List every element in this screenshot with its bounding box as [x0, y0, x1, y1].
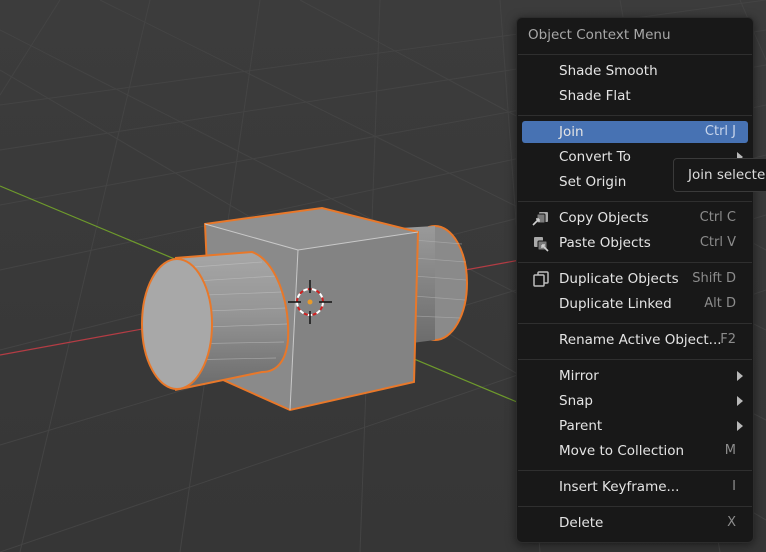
menu-separator [518, 323, 752, 324]
menu-item-shade-smooth[interactable]: Shade Smooth [522, 60, 748, 82]
menu-title: Object Context Menu [528, 27, 671, 43]
menu-item-label: Convert To [559, 149, 631, 165]
menu-item-shortcut: Ctrl C [699, 210, 736, 225]
menu-item-parent[interactable]: Parent [522, 415, 748, 437]
menu-item-shortcut: Alt D [704, 296, 736, 311]
menu-item-snap[interactable]: Snap [522, 390, 748, 412]
menu-item-label: Shade Smooth [559, 63, 658, 79]
menu-item-copy-objects[interactable]: Copy Objects Ctrl C [522, 207, 748, 229]
join-tooltip: Join selected [673, 158, 766, 192]
menu-item-duplicate-objects[interactable]: Duplicate Objects Shift D [522, 268, 748, 290]
menu-item-label: Shade Flat [559, 88, 631, 104]
menu-item-label: Set Origin [559, 174, 627, 190]
menu-item-shortcut: Shift D [692, 271, 736, 286]
duplicate-icon [533, 271, 549, 287]
menu-item-label: Paste Objects [559, 235, 651, 251]
menu-item-mirror[interactable]: Mirror [522, 365, 748, 387]
left-cylinder[interactable] [141, 250, 290, 391]
menu-item-duplicate-linked[interactable]: Duplicate Linked Alt D [522, 293, 748, 315]
submenu-arrow-icon [737, 371, 743, 381]
menu-item-shade-flat[interactable]: Shade Flat [522, 85, 748, 107]
menu-item-delete[interactable]: Delete X [522, 512, 748, 534]
menu-item-label: Insert Keyframe... [559, 479, 680, 495]
menu-item-shortcut: F2 [720, 332, 736, 347]
menu-item-insert-keyframe[interactable]: Insert Keyframe... I [522, 476, 748, 498]
submenu-arrow-icon [737, 396, 743, 406]
object-context-menu: Object Context Menu Shade Smooth Shade F… [516, 17, 754, 543]
menu-item-label: Mirror [559, 368, 599, 384]
menu-separator [518, 201, 752, 202]
menu-separator [518, 470, 752, 471]
menu-item-shortcut: Ctrl V [699, 235, 736, 250]
menu-item-label: Delete [559, 515, 604, 531]
menu-separator [518, 262, 752, 263]
tooltip-text: Join selected [688, 167, 766, 183]
menu-item-join[interactable]: Join Ctrl J [522, 121, 748, 143]
menu-item-move-to-collection[interactable]: Move to Collection M [522, 440, 748, 462]
menu-item-label: Duplicate Linked [559, 296, 672, 312]
submenu-arrow-icon [737, 421, 743, 431]
menu-item-label: Copy Objects [559, 210, 649, 226]
menu-separator [518, 54, 752, 55]
menu-item-shortcut: X [727, 515, 736, 530]
menu-item-shortcut: Ctrl J [704, 124, 736, 139]
menu-item-label: Snap [559, 393, 593, 409]
menu-item-label: Parent [559, 418, 603, 434]
menu-item-label: Rename Active Object... [559, 332, 722, 348]
menu-item-shortcut: I [732, 479, 736, 494]
copy-objects-icon [532, 212, 548, 226]
menu-separator [518, 115, 752, 116]
menu-item-label: Move to Collection [559, 443, 685, 459]
menu-item-label: Join [559, 124, 584, 140]
menu-separator [518, 506, 752, 507]
menu-item-label: Duplicate Objects [559, 271, 679, 287]
menu-item-shortcut: M [724, 443, 736, 458]
menu-item-paste-objects[interactable]: Paste Objects Ctrl V [522, 232, 748, 254]
menu-separator [518, 359, 752, 360]
menu-item-rename-active-object[interactable]: Rename Active Object... F2 [522, 329, 748, 351]
paste-objects-icon [534, 237, 549, 252]
